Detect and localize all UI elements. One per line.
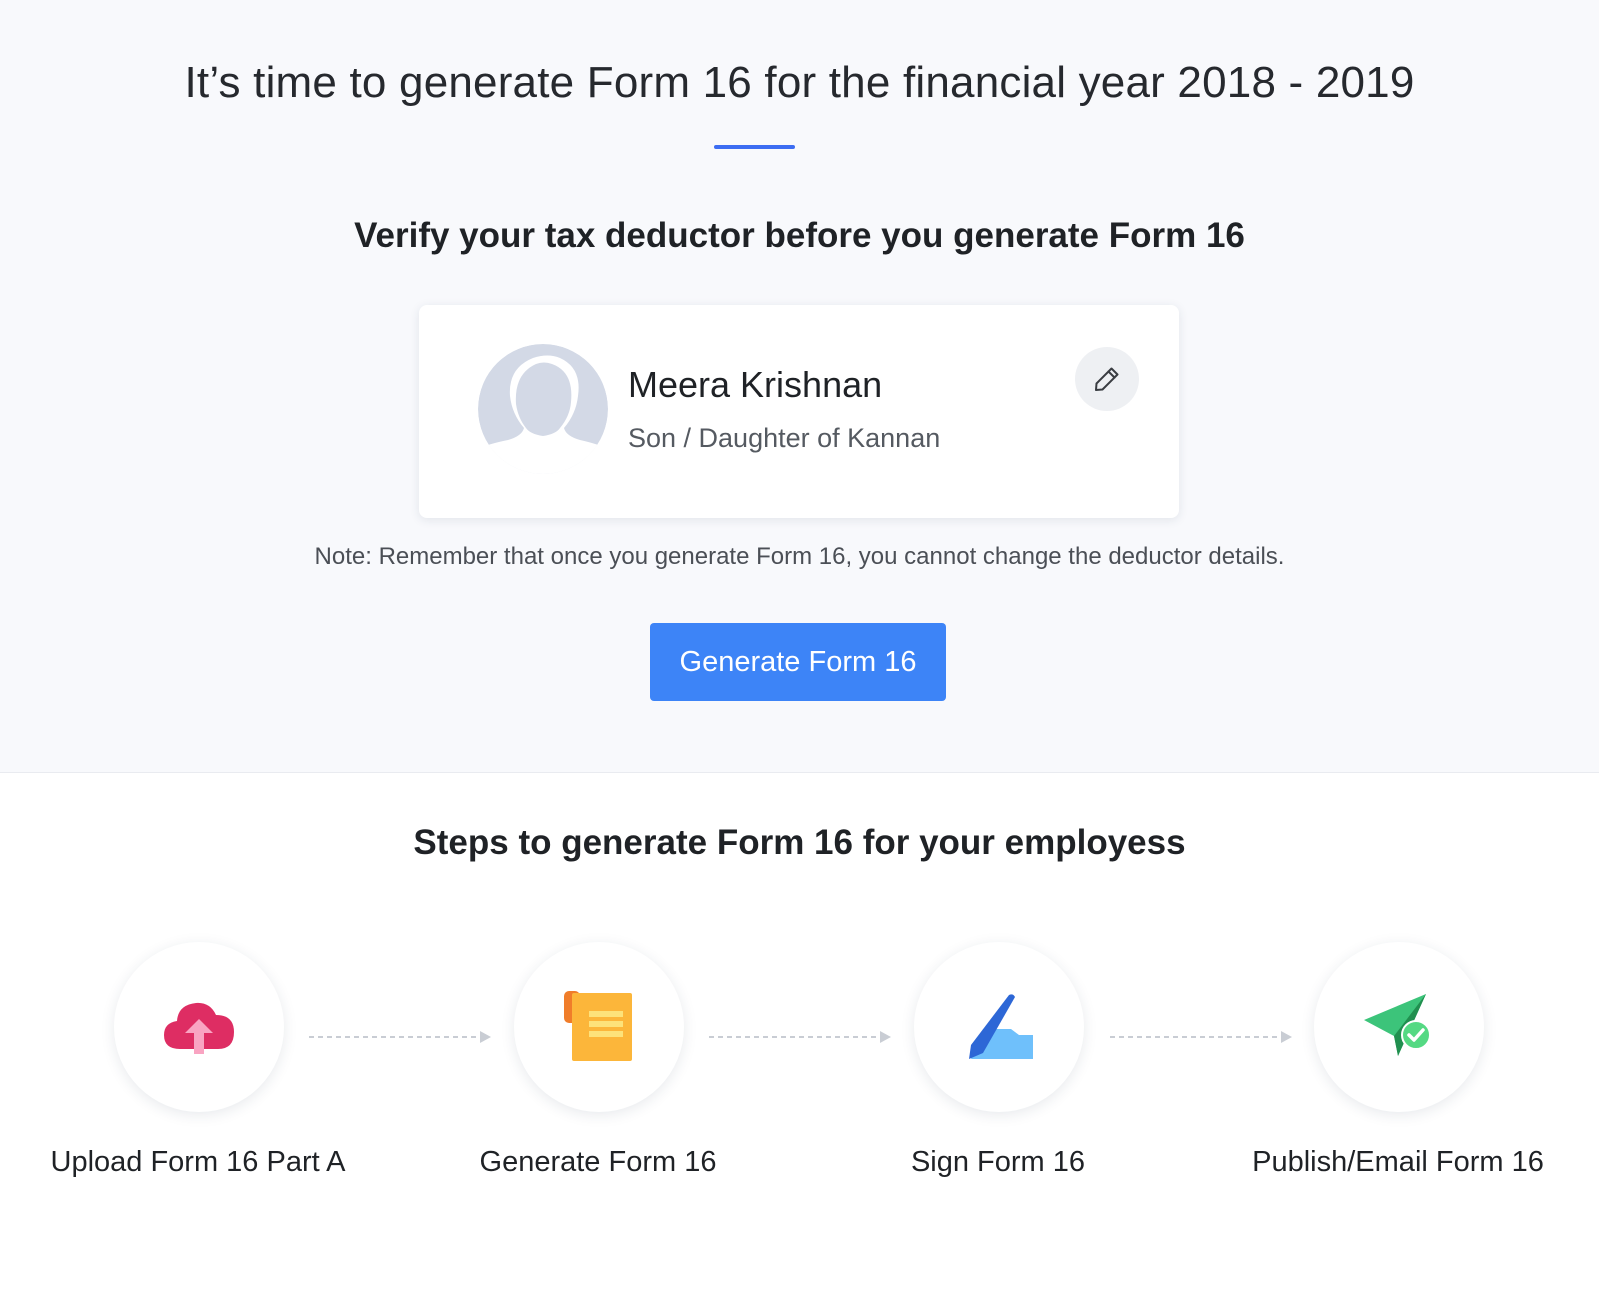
step-label: Publish/Email Form 16 bbox=[1252, 1146, 1544, 1178]
user-silhouette-icon bbox=[478, 344, 608, 474]
note-text: Note: Remember that once you generate Fo… bbox=[314, 543, 1285, 570]
paper-plane-check-icon bbox=[1364, 994, 1431, 1056]
edit-deductor-button[interactable] bbox=[1075, 347, 1139, 411]
step-connector-arrow bbox=[309, 1031, 491, 1043]
step-sign bbox=[914, 942, 1084, 1112]
step-upload bbox=[114, 942, 284, 1112]
title-underline bbox=[714, 145, 795, 149]
cloud-upload-icon bbox=[164, 1002, 234, 1054]
step-label: Generate Form 16 bbox=[479, 1146, 717, 1178]
step-label: Upload Form 16 Part A bbox=[50, 1146, 346, 1178]
deductor-name: Meera Krishnan bbox=[628, 364, 883, 405]
pen-sign-icon bbox=[969, 994, 1033, 1059]
avatar bbox=[478, 344, 608, 474]
step-connector-arrow bbox=[709, 1031, 891, 1043]
step-generate bbox=[514, 942, 684, 1112]
step-label: Sign Form 16 bbox=[910, 1146, 1086, 1178]
document-scroll-icon bbox=[564, 991, 632, 1061]
generate-form16-button[interactable]: Generate Form 16 bbox=[650, 623, 946, 701]
steps-heading: Steps to generate Form 16 for your emplo… bbox=[413, 823, 1186, 862]
deductor-relation: Son / Daughter of Kannan bbox=[628, 423, 941, 453]
verify-heading: Verify your tax deductor before you gene… bbox=[354, 216, 1245, 255]
deductor-card: Meera Krishnan Son / Daughter of Kannan bbox=[419, 305, 1179, 518]
page-title: It’s time to generate Form 16 for the fi… bbox=[184, 58, 1415, 107]
pencil-icon bbox=[1095, 367, 1119, 391]
step-connector-arrow bbox=[1110, 1031, 1292, 1043]
verify-section: It’s time to generate Form 16 for the fi… bbox=[0, 0, 1599, 773]
step-publish bbox=[1314, 942, 1484, 1112]
